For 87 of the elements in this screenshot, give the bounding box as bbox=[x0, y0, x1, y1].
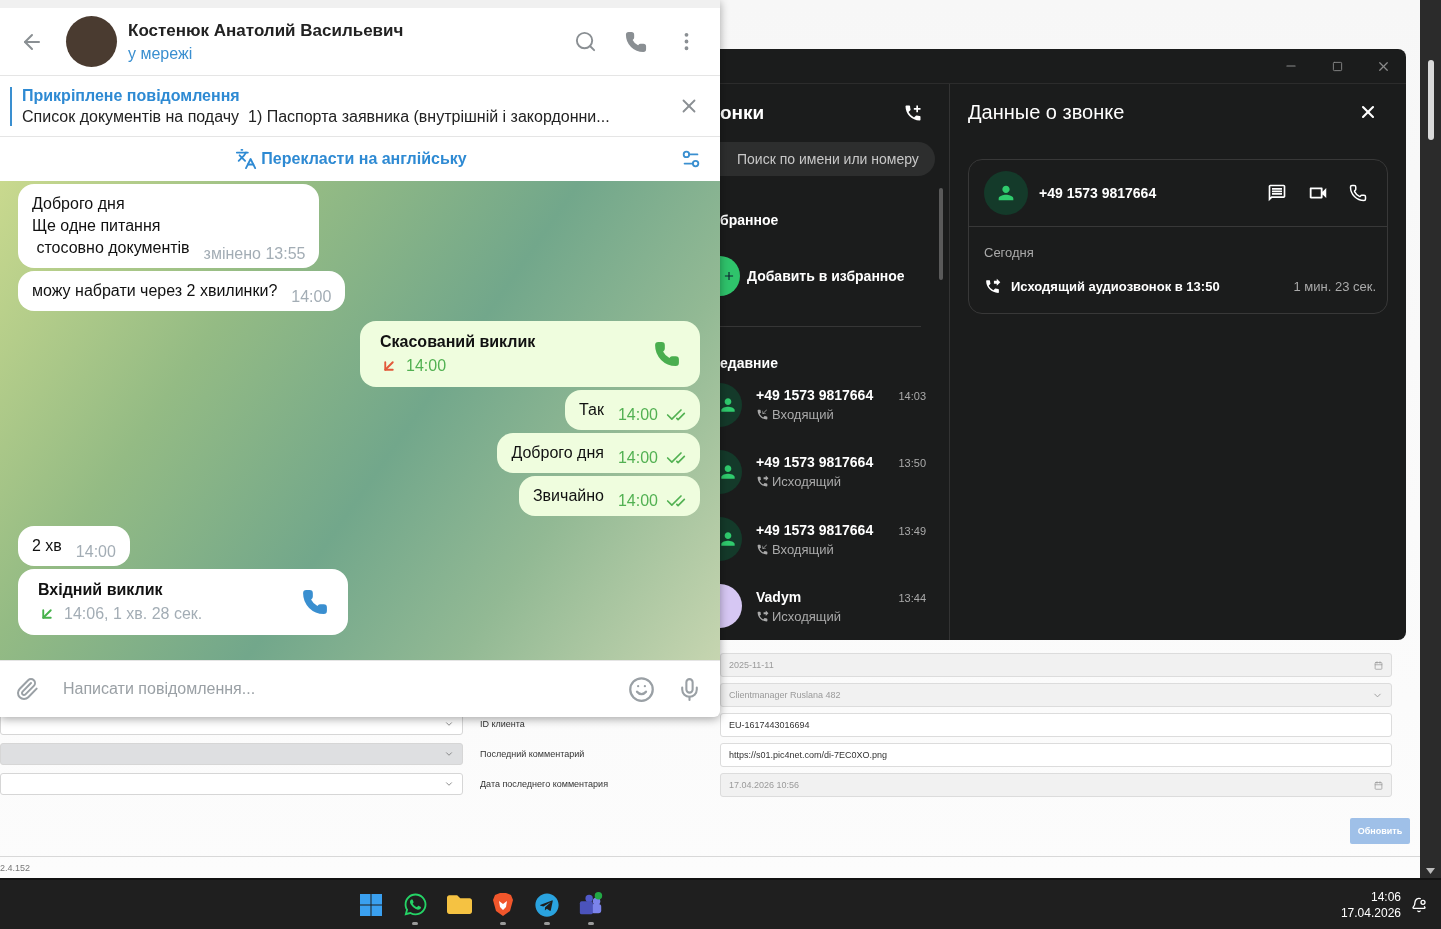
message-text: Звичайно bbox=[532, 486, 604, 506]
caller-name: Vadym bbox=[756, 588, 802, 605]
call-button[interactable] bbox=[1349, 184, 1367, 202]
search-field[interactable]: Поиск по имени или номеру bbox=[720, 142, 935, 176]
running-indicator bbox=[544, 921, 550, 925]
caret-icon bbox=[444, 749, 454, 759]
section-title: едавние bbox=[720, 355, 779, 371]
call-time: 14:03 bbox=[898, 390, 926, 403]
call-duration: 1 мин. 23 сек. bbox=[1293, 279, 1376, 294]
phone-icon bbox=[1349, 184, 1367, 202]
call-title: Вхідний виклик bbox=[38, 581, 164, 599]
lion-shield-icon bbox=[492, 892, 514, 917]
message-text: Доброго дня Ще одне питання стосовно документів bbox=[32, 194, 190, 258]
message-time: 14:00 bbox=[75, 543, 116, 561]
clock-time: 14:06 bbox=[1370, 889, 1401, 904]
caret-icon bbox=[444, 779, 454, 789]
message-time: 14:00 bbox=[291, 288, 332, 306]
message-text: можу набрати через 2 хвилинки? bbox=[32, 281, 278, 301]
contact-status: у мережі bbox=[128, 44, 194, 63]
select-field[interactable] bbox=[0, 773, 463, 795]
call-entry: Исходящий аудиозвонок в 13:50 bbox=[1011, 279, 1221, 294]
settings-icon[interactable] bbox=[680, 148, 702, 170]
phone-icon[interactable] bbox=[654, 341, 680, 367]
notification-icon[interactable] bbox=[1411, 896, 1427, 913]
message-text: 2 хв bbox=[32, 536, 62, 556]
windows-logo-icon bbox=[359, 892, 383, 917]
call-type: Входящий bbox=[772, 541, 834, 557]
caller-name: +49 1573 9817664 bbox=[756, 454, 874, 471]
phone-number: +49 1573 9817664 bbox=[1039, 185, 1158, 201]
field-label: Последний комментарий bbox=[480, 748, 585, 761]
maximize-icon bbox=[1331, 60, 1343, 72]
input-field[interactable]: https://s01.pic4net.com/di-7EC0XO.png bbox=[720, 743, 1392, 767]
scrollbar[interactable] bbox=[1420, 0, 1441, 878]
phone-plus-icon bbox=[903, 103, 923, 123]
calendar-icon bbox=[1374, 660, 1383, 670]
call-title: Скасований виклик bbox=[380, 333, 537, 351]
message-time: 14:00 bbox=[617, 406, 658, 424]
running-indicator bbox=[588, 921, 594, 925]
call-type: Входящий bbox=[772, 407, 834, 423]
section-title: бранное bbox=[720, 212, 780, 228]
scrollbar-thumb[interactable] bbox=[1427, 60, 1434, 140]
call-time: 13:44 bbox=[898, 591, 926, 604]
phone-icon[interactable] bbox=[302, 589, 328, 615]
call-time: 14:06, 1 хв. 28 сек. bbox=[64, 605, 203, 623]
running-indicator bbox=[412, 921, 418, 925]
scrollbar-thumb[interactable] bbox=[938, 188, 943, 280]
translate-icon bbox=[235, 148, 258, 170]
message-input[interactable]: Написати повідомлення... bbox=[61, 679, 606, 699]
telegram-logo-icon bbox=[535, 892, 559, 917]
message-time: 14:00 bbox=[617, 449, 658, 467]
field-label: Дата последнего комментария bbox=[480, 778, 608, 791]
details-title: Данные о звонке bbox=[968, 100, 1125, 124]
emoji-icon[interactable] bbox=[628, 675, 655, 703]
call-time: 14:00 bbox=[406, 357, 447, 375]
pane-title: онки bbox=[720, 102, 765, 124]
message-button[interactable] bbox=[1267, 183, 1287, 203]
running-indicator bbox=[500, 921, 506, 925]
input-field[interactable]: EU-1617443016694 bbox=[720, 713, 1392, 737]
phone-icon[interactable] bbox=[625, 30, 647, 53]
call-time: 13:50 bbox=[898, 457, 926, 470]
contact-name: Костенюк Анатолий Васильевич bbox=[128, 20, 405, 41]
pinned-title: Прикріплене повідомлення bbox=[22, 86, 241, 105]
message-icon bbox=[1267, 183, 1287, 203]
attach-icon[interactable] bbox=[15, 677, 39, 701]
caller-name: +49 1573 9817664 bbox=[756, 521, 874, 538]
call-type: Исходящий bbox=[772, 474, 841, 490]
add-call-button[interactable] bbox=[903, 103, 923, 123]
version-text: 2.4.152 bbox=[0, 862, 31, 873]
message-text: Так bbox=[579, 400, 604, 420]
message-time: 14:00 bbox=[617, 492, 658, 510]
translate-link[interactable]: Перекласти на англійську bbox=[235, 148, 467, 170]
avatar-photo-placeholder bbox=[66, 16, 117, 67]
calendar-icon bbox=[1374, 780, 1383, 790]
message-time: змінено 13:55 bbox=[203, 245, 306, 263]
field-label: ID клиента bbox=[480, 718, 525, 731]
day-label: Сегодня bbox=[984, 245, 1035, 260]
caller-name: +49 1573 9817664 bbox=[756, 387, 874, 404]
whatsapp-logo-icon bbox=[402, 892, 428, 917]
folder-icon bbox=[446, 892, 472, 917]
message-text: Доброго дня bbox=[511, 443, 604, 463]
caret-icon bbox=[444, 719, 454, 729]
clock-date: 17.04.2026 bbox=[1340, 905, 1401, 920]
call-time: 13:49 bbox=[898, 524, 926, 537]
scroll-down-icon[interactable] bbox=[1426, 868, 1435, 874]
pinned-text[interactable]: Список документів на подачу 1) Паспорта заявника (внутрішній і закордонни... bbox=[22, 107, 678, 126]
search-icon[interactable] bbox=[574, 30, 597, 53]
call-type: Исходящий bbox=[772, 608, 841, 624]
